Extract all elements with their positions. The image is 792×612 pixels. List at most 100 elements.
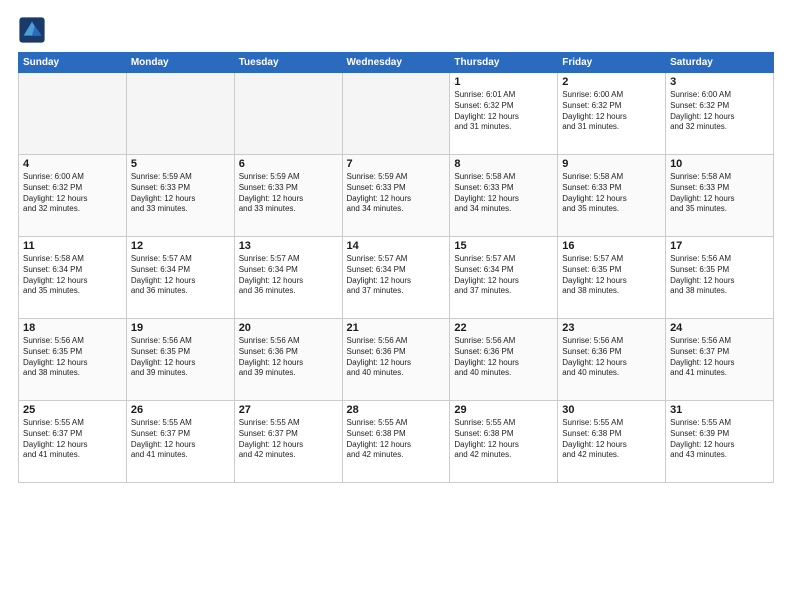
day-info: Sunrise: 5:57 AM Sunset: 6:34 PM Dayligh… <box>239 254 338 297</box>
day-info: Sunrise: 6:01 AM Sunset: 6:32 PM Dayligh… <box>454 90 553 133</box>
day-number: 2 <box>562 76 661 88</box>
calendar-cell: 29Sunrise: 5:55 AM Sunset: 6:38 PM Dayli… <box>450 401 558 483</box>
day-info: Sunrise: 5:56 AM Sunset: 6:36 PM Dayligh… <box>347 336 446 379</box>
day-info: Sunrise: 5:58 AM Sunset: 6:33 PM Dayligh… <box>562 172 661 215</box>
day-info: Sunrise: 5:57 AM Sunset: 6:34 PM Dayligh… <box>347 254 446 297</box>
calendar-cell: 20 Sunrise: 5:56 AM Sunset: 6:36 PM Dayli… <box>234 319 342 401</box>
week-row-1: 1 Sunrise: 6:01 AM Sunset: 6:32 PM Daylig… <box>19 73 774 155</box>
weekday-header-wednesday: Wednesday <box>342 53 450 73</box>
day-number: 17 <box>670 240 769 252</box>
calendar-cell: 12 Sunrise: 5:57 AM Sunset: 6:34 PM Dayli… <box>126 237 234 319</box>
weekday-header-row: SundayMondayTuesdayWednesdayThursdayFrid… <box>19 53 774 73</box>
day-info: Sunrise: 5:56 AM Sunset: 6:35 PM Dayligh… <box>131 336 230 379</box>
day-info: Sunrise: 5:59 AM Sunset: 6:33 PM Dayligh… <box>239 172 338 215</box>
calendar-cell: 8Sunrise: 5:58 AM Sunset: 6:33 PM Daylig… <box>450 155 558 237</box>
calendar-cell: 16Sunrise: 5:57 AM Sunset: 6:35 PM Dayli… <box>558 237 666 319</box>
week-row-3: 11 Sunrise: 5:58 AM Sunset: 6:34 PM Dayli… <box>19 237 774 319</box>
weekday-header-friday: Friday <box>558 53 666 73</box>
day-info: Sunrise: 5:55 AM Sunset: 6:38 PM Dayligh… <box>562 418 661 461</box>
calendar-cell: 2Sunrise: 6:00 AM Sunset: 6:32 PM Daylig… <box>558 73 666 155</box>
day-info: Sunrise: 5:55 AM Sunset: 6:39 PM Dayligh… <box>670 418 769 461</box>
day-number: 28 <box>347 404 446 416</box>
day-number: 11 <box>23 240 122 252</box>
calendar-cell: 28 Sunrise: 5:55 AM Sunset: 6:38 PM Dayli… <box>342 401 450 483</box>
calendar-cell: 6 Sunrise: 5:59 AM Sunset: 6:33 PM Daylig… <box>234 155 342 237</box>
day-number: 13 <box>239 240 338 252</box>
calendar-cell <box>234 73 342 155</box>
calendar-cell: 5 Sunrise: 5:59 AM Sunset: 6:33 PM Daylig… <box>126 155 234 237</box>
day-info: Sunrise: 5:56 AM Sunset: 6:36 PM Dayligh… <box>239 336 338 379</box>
day-number: 21 <box>347 322 446 334</box>
day-number: 1 <box>454 76 553 88</box>
calendar-cell: 19Sunrise: 5:56 AM Sunset: 6:35 PM Dayli… <box>126 319 234 401</box>
day-info: Sunrise: 5:56 AM Sunset: 6:36 PM Dayligh… <box>562 336 661 379</box>
calendar-cell: 24Sunrise: 5:56 AM Sunset: 6:37 PM Dayli… <box>666 319 774 401</box>
calendar-cell: 11 Sunrise: 5:58 AM Sunset: 6:34 PM Dayli… <box>19 237 127 319</box>
day-number: 3 <box>670 76 769 88</box>
day-number: 27 <box>239 404 338 416</box>
day-number: 31 <box>670 404 769 416</box>
day-number: 12 <box>131 240 230 252</box>
day-number: 22 <box>454 322 553 334</box>
day-info: Sunrise: 5:58 AM Sunset: 6:33 PM Dayligh… <box>454 172 553 215</box>
day-number: 4 <box>23 158 122 170</box>
day-info: Sunrise: 5:55 AM Sunset: 6:38 PM Dayligh… <box>454 418 553 461</box>
day-info: Sunrise: 5:56 AM Sunset: 6:35 PM Dayligh… <box>670 254 769 297</box>
calendar-cell: 13 Sunrise: 5:57 AM Sunset: 6:34 PM Dayli… <box>234 237 342 319</box>
calendar-table: SundayMondayTuesdayWednesdayThursdayFrid… <box>18 52 774 483</box>
calendar-cell: 27 Sunrise: 5:55 AM Sunset: 6:37 PM Dayli… <box>234 401 342 483</box>
day-info: Sunrise: 5:57 AM Sunset: 6:34 PM Dayligh… <box>131 254 230 297</box>
day-number: 9 <box>562 158 661 170</box>
day-number: 15 <box>454 240 553 252</box>
calendar-cell <box>342 73 450 155</box>
day-info: Sunrise: 5:57 AM Sunset: 6:35 PM Dayligh… <box>562 254 661 297</box>
day-info: Sunrise: 5:57 AM Sunset: 6:34 PM Dayligh… <box>454 254 553 297</box>
day-number: 7 <box>347 158 446 170</box>
day-info: Sunrise: 5:56 AM Sunset: 6:35 PM Dayligh… <box>23 336 122 379</box>
calendar-cell <box>126 73 234 155</box>
calendar-cell: 10Sunrise: 5:58 AM Sunset: 6:33 PM Dayli… <box>666 155 774 237</box>
day-info: Sunrise: 5:55 AM Sunset: 6:37 PM Dayligh… <box>239 418 338 461</box>
calendar-cell: 18 Sunrise: 5:56 AM Sunset: 6:35 PM Dayli… <box>19 319 127 401</box>
day-number: 5 <box>131 158 230 170</box>
day-info: Sunrise: 5:55 AM Sunset: 6:37 PM Dayligh… <box>23 418 122 461</box>
calendar-cell: 1 Sunrise: 6:01 AM Sunset: 6:32 PM Daylig… <box>450 73 558 155</box>
page: SundayMondayTuesdayWednesdayThursdayFrid… <box>0 0 792 612</box>
day-info: Sunrise: 5:59 AM Sunset: 6:33 PM Dayligh… <box>131 172 230 215</box>
week-row-4: 18 Sunrise: 5:56 AM Sunset: 6:35 PM Dayli… <box>19 319 774 401</box>
calendar-cell: 17 Sunrise: 5:56 AM Sunset: 6:35 PM Dayli… <box>666 237 774 319</box>
day-number: 25 <box>23 404 122 416</box>
day-number: 24 <box>670 322 769 334</box>
calendar-cell: 26Sunrise: 5:55 AM Sunset: 6:37 PM Dayli… <box>126 401 234 483</box>
weekday-header-tuesday: Tuesday <box>234 53 342 73</box>
day-info: Sunrise: 5:55 AM Sunset: 6:38 PM Dayligh… <box>347 418 446 461</box>
day-info: Sunrise: 5:58 AM Sunset: 6:34 PM Dayligh… <box>23 254 122 297</box>
weekday-header-saturday: Saturday <box>666 53 774 73</box>
day-number: 20 <box>239 322 338 334</box>
logo <box>18 16 50 44</box>
week-row-5: 25 Sunrise: 5:55 AM Sunset: 6:37 PM Dayli… <box>19 401 774 483</box>
calendar-cell: 15 Sunrise: 5:57 AM Sunset: 6:34 PM Dayli… <box>450 237 558 319</box>
calendar-cell: 30Sunrise: 5:55 AM Sunset: 6:38 PM Dayli… <box>558 401 666 483</box>
day-number: 14 <box>347 240 446 252</box>
day-number: 18 <box>23 322 122 334</box>
day-info: Sunrise: 5:56 AM Sunset: 6:36 PM Dayligh… <box>454 336 553 379</box>
weekday-header-sunday: Sunday <box>19 53 127 73</box>
week-row-2: 4Sunrise: 6:00 AM Sunset: 6:32 PM Daylig… <box>19 155 774 237</box>
day-number: 26 <box>131 404 230 416</box>
calendar-cell: 7 Sunrise: 5:59 AM Sunset: 6:33 PM Daylig… <box>342 155 450 237</box>
calendar-cell: 21 Sunrise: 5:56 AM Sunset: 6:36 PM Dayli… <box>342 319 450 401</box>
header <box>18 16 774 44</box>
calendar-cell: 14 Sunrise: 5:57 AM Sunset: 6:34 PM Dayli… <box>342 237 450 319</box>
logo-icon <box>18 16 46 44</box>
calendar-cell: 22 Sunrise: 5:56 AM Sunset: 6:36 PM Dayli… <box>450 319 558 401</box>
day-info: Sunrise: 5:58 AM Sunset: 6:33 PM Dayligh… <box>670 172 769 215</box>
weekday-header-thursday: Thursday <box>450 53 558 73</box>
day-number: 6 <box>239 158 338 170</box>
day-number: 23 <box>562 322 661 334</box>
weekday-header-monday: Monday <box>126 53 234 73</box>
calendar-cell: 9 Sunrise: 5:58 AM Sunset: 6:33 PM Daylig… <box>558 155 666 237</box>
calendar-cell <box>19 73 127 155</box>
day-info: Sunrise: 5:59 AM Sunset: 6:33 PM Dayligh… <box>347 172 446 215</box>
calendar-cell: 23 Sunrise: 5:56 AM Sunset: 6:36 PM Dayli… <box>558 319 666 401</box>
